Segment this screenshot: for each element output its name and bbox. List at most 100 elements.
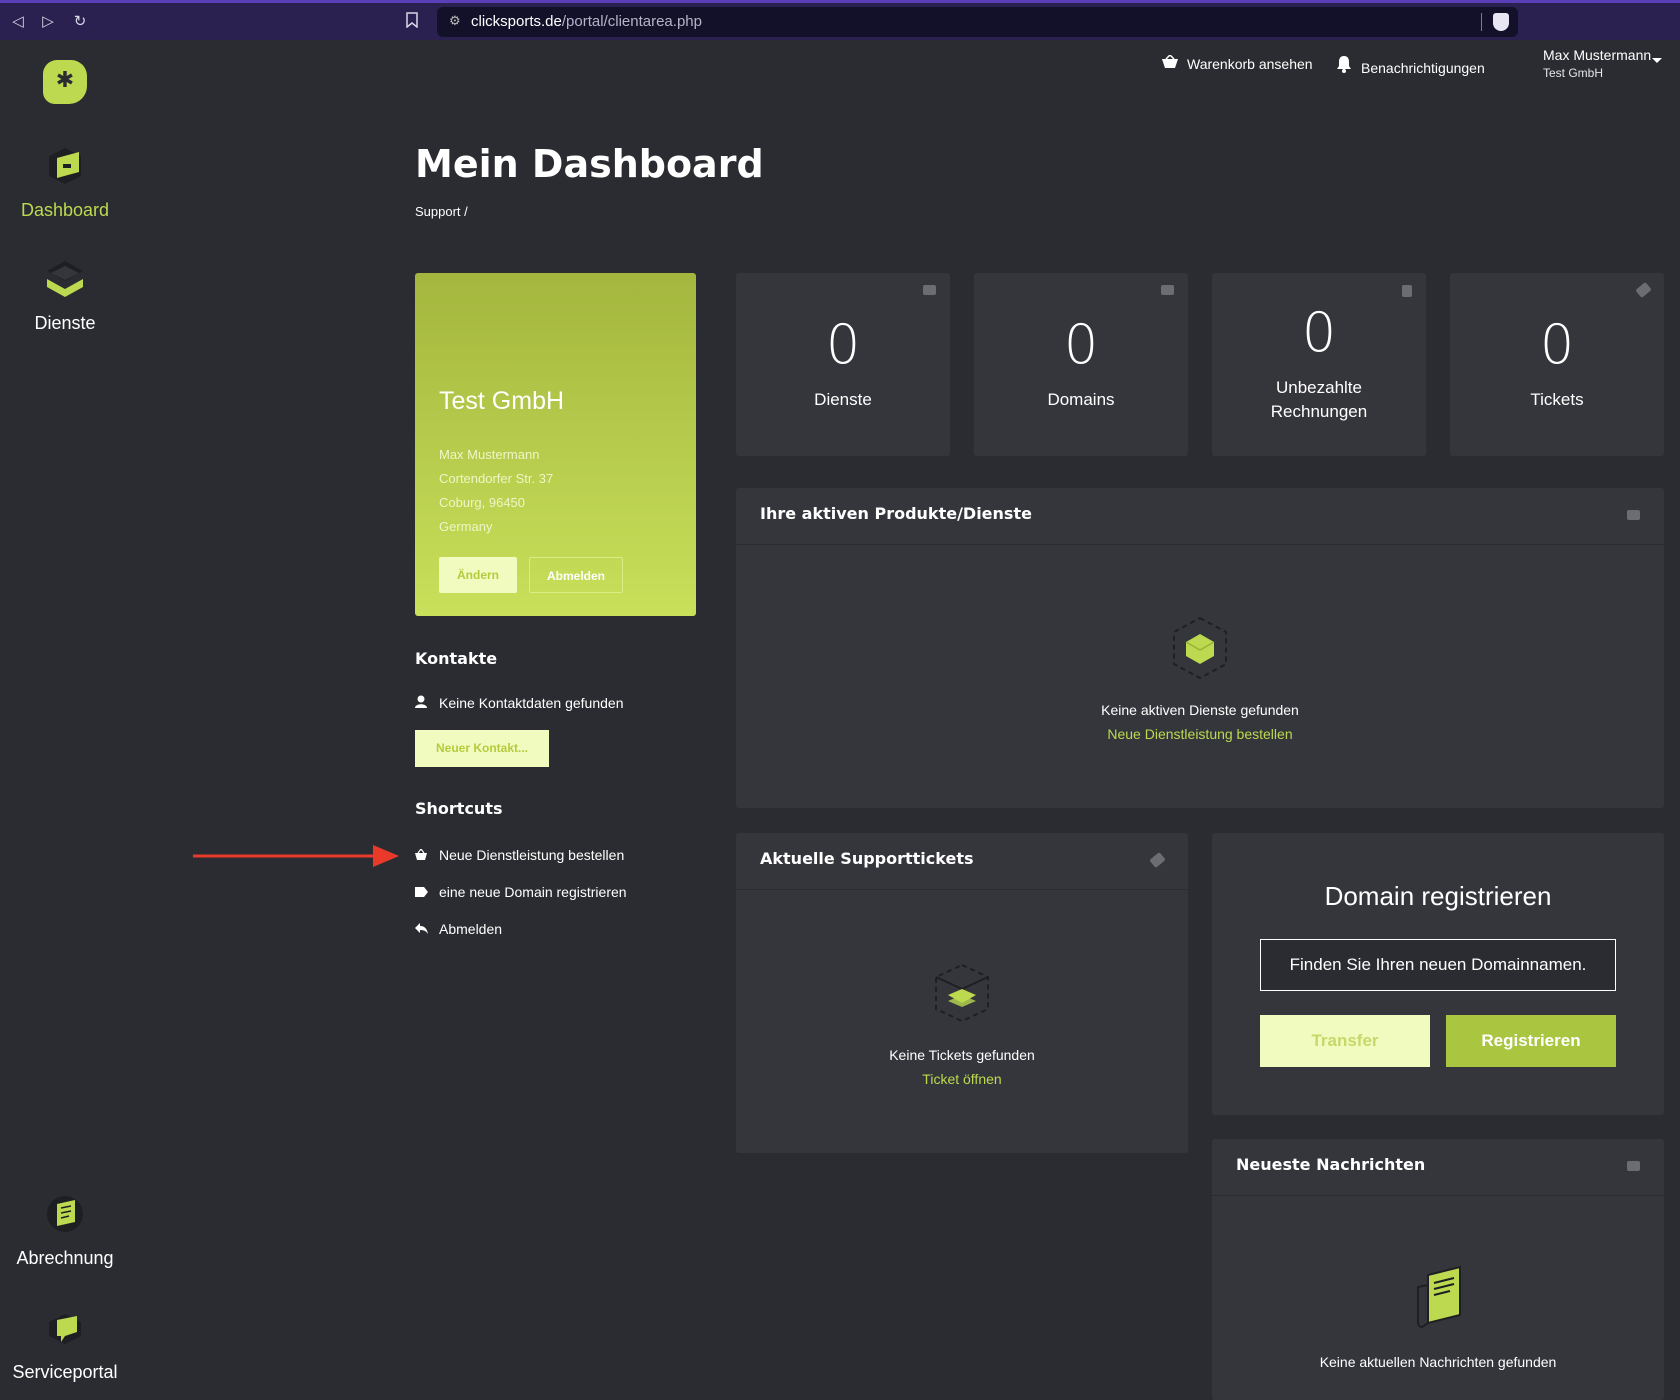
tag-icon [1161, 285, 1174, 295]
panel-header: Aktuelle Supporttickets [736, 833, 1188, 890]
back-icon[interactable]: ◁ [8, 11, 28, 31]
stat-value: 0 [1539, 313, 1575, 376]
dashboard-icon [43, 144, 87, 188]
profile-city: Coburg, 96450 [439, 495, 526, 510]
forward-icon[interactable]: ▷ [38, 11, 58, 31]
shortcut-new-service[interactable]: Neue Dienstleistung bestellen [415, 847, 624, 863]
stat-tile-services[interactable]: 0 Dienste [736, 273, 950, 456]
annotation-arrow [193, 845, 399, 867]
server-icon [1627, 510, 1640, 520]
panel-title: Ihre aktiven Produkte/Dienste [760, 504, 1032, 523]
user-menu[interactable]: Max Mustermann Test GmbH [1543, 47, 1651, 80]
sidebar-item-serviceportal[interactable]: Serviceportal [0, 1306, 130, 1383]
stat-label: Domains [1047, 390, 1115, 409]
basket-icon [415, 848, 429, 863]
sidebar: ✱ Dashboard Dienste Abrechnung Servicepo… [0, 40, 130, 1400]
url-path: /portal/clientarea.php [561, 13, 702, 30]
newspaper-icon [1417, 1265, 1461, 1329]
breadcrumb[interactable]: Support / [415, 204, 468, 219]
notifications-label: Benachrichtigungen [1361, 60, 1485, 76]
sidebar-item-label: Serviceportal [12, 1362, 118, 1382]
sidebar-item-dashboard[interactable]: Dashboard [0, 144, 130, 221]
ticket-icon [1149, 851, 1166, 869]
logo-mark-icon: ✱ [55, 68, 75, 93]
cart-link[interactable]: Warenkorb ansehen [1161, 53, 1313, 73]
sidebar-item-abrechnung[interactable]: Abrechnung [0, 1192, 130, 1269]
billing-icon [43, 1192, 87, 1236]
new-contact-button[interactable]: Neuer Kontakt... [415, 730, 549, 767]
stat-tile-tickets[interactable]: 0 Tickets [1450, 273, 1664, 456]
register-button[interactable]: Registrieren [1446, 1015, 1616, 1067]
tickets-empty-text: Keine Tickets gefunden [889, 1047, 1035, 1063]
address-bar[interactable]: ⚙ clicksports.de/portal/clientarea.php [437, 7, 1518, 37]
domain-search-input[interactable] [1260, 939, 1616, 991]
stat-label: Dienste [814, 390, 872, 409]
divider [1481, 13, 1482, 31]
stat-tile-invoices[interactable]: 0 Unbezahlte Rechnungen [1212, 273, 1426, 456]
stat-label: Tickets [1530, 390, 1584, 409]
shortcut-label: Abmelden [439, 921, 503, 937]
sidebar-item-dienste[interactable]: Dienste [0, 257, 130, 334]
contacts-heading: Kontakte [415, 649, 498, 668]
server-icon [923, 285, 936, 295]
shortcuts-heading: Shortcuts [415, 799, 503, 818]
edit-profile-button[interactable]: Ändern [439, 557, 517, 593]
panel-title: Aktuelle Supporttickets [760, 849, 974, 868]
bell-icon [1335, 55, 1353, 77]
logout-button[interactable]: Abmelden [529, 557, 623, 593]
services-icon [43, 257, 87, 301]
reply-icon [415, 923, 429, 937]
sidebar-item-label: Abrechnung [16, 1248, 114, 1268]
cube-icon [1173, 616, 1227, 680]
bookmark-icon[interactable] [406, 12, 424, 30]
chat-icon [1627, 1161, 1640, 1171]
panel-header: Neueste Nachrichten [1212, 1139, 1664, 1196]
stat-label: Unbezahlte Rechnungen [1270, 378, 1368, 421]
logo[interactable]: ✱ [43, 60, 87, 104]
profile-card: Test GmbH Max Mustermann Cortendorfer St… [415, 273, 696, 616]
profile-street: Cortendorfer Str. 37 [439, 471, 554, 486]
shortcut-label: Neue Dienstleistung bestellen [439, 847, 625, 863]
panel-title: Neueste Nachrichten [1236, 1155, 1426, 1174]
sidebar-item-label: Dienste [34, 313, 96, 333]
shortcut-label: eine neue Domain registrieren [439, 884, 627, 900]
news-panel: Neueste Nachrichten Keine aktuellen Nach… [1212, 1139, 1664, 1400]
news-empty-text: Keine aktuellen Nachrichten gefunden [1319, 1354, 1557, 1370]
profile-contact-name: Max Mustermann [439, 447, 540, 462]
tag-icon [415, 886, 429, 900]
contacts-empty: Keine Kontaktdaten gefunden [415, 695, 624, 711]
panel-header: Ihre aktiven Produkte/Dienste [736, 488, 1664, 545]
transfer-button[interactable]: Transfer [1260, 1015, 1430, 1067]
reload-icon[interactable]: ↻ [70, 11, 90, 31]
brave-shield-icon[interactable] [1493, 13, 1509, 31]
site-settings-icon[interactable]: ⚙ [449, 14, 461, 29]
shortcut-logout[interactable]: Abmelden [415, 921, 502, 937]
sidebar-item-label: Dashboard [20, 200, 110, 220]
profile-company: Test GmbH [439, 387, 565, 415]
products-empty-text: Keine aktiven Dienste gefunden [1101, 702, 1299, 718]
user-icon [415, 695, 429, 711]
order-service-link[interactable]: Neue Dienstleistung bestellen [736, 726, 1664, 742]
user-company: Test GmbH [1543, 66, 1604, 80]
page-title: Mein Dashboard [415, 142, 764, 186]
stat-value: 0 [1063, 313, 1099, 376]
support-portal-icon [43, 1306, 87, 1350]
contacts-empty-text: Keine Kontaktdaten gefunden [439, 695, 624, 711]
cart-label: Warenkorb ansehen [1187, 56, 1313, 72]
support-tickets-panel: Aktuelle Supporttickets Keine Tickets ge… [736, 833, 1188, 1153]
ticket-icon [1635, 281, 1652, 299]
shortcut-register-domain[interactable]: eine neue Domain registrieren [415, 884, 627, 900]
user-name: Max Mustermann [1543, 47, 1652, 63]
stat-value: 0 [1301, 301, 1337, 364]
active-products-panel: Ihre aktiven Produkte/Dienste Keine akti… [736, 488, 1664, 808]
url-host: clicksports.de [471, 13, 562, 30]
stat-value: 0 [825, 313, 861, 376]
basket-icon [1161, 53, 1179, 73]
stat-tile-domains[interactable]: 0 Domains [974, 273, 1188, 456]
open-ticket-link[interactable]: Ticket öffnen [736, 1071, 1188, 1087]
document-icon [1402, 285, 1412, 297]
chevron-down-icon[interactable] [1652, 58, 1662, 63]
notifications-link[interactable]: Benachrichtigungen [1335, 55, 1485, 77]
domain-panel-title: Domain registrieren [1324, 881, 1552, 911]
profile-country: Germany [439, 519, 493, 534]
